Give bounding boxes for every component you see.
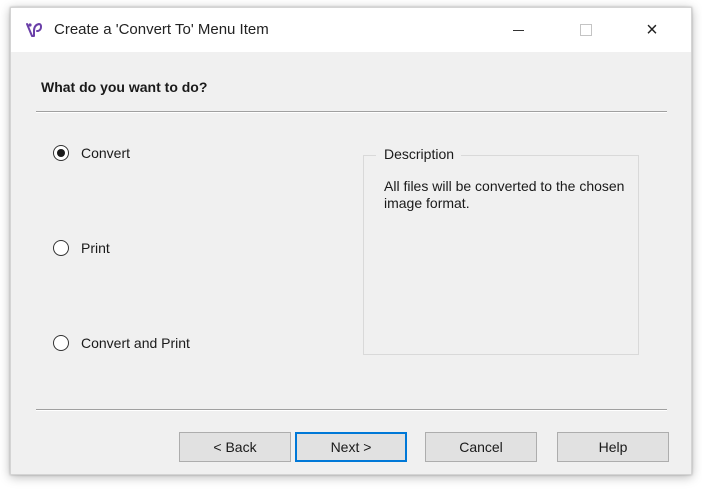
radio-label-convert[interactable]: Convert	[81, 145, 130, 161]
radio-convert[interactable]: Convert	[53, 144, 130, 162]
app-logo-icon	[26, 23, 42, 37]
radio-button-unselected[interactable]	[53, 240, 69, 256]
header-divider	[36, 111, 667, 113]
radio-button-unselected[interactable]	[53, 335, 69, 351]
title-bar[interactable]: Create a 'Convert To' Menu Item ×	[11, 8, 691, 52]
dialog-content: What do you want to do? Convert Print Co…	[11, 52, 691, 474]
window-title: Create a 'Convert To' Menu Item	[54, 21, 269, 38]
minimize-icon	[512, 29, 524, 31]
next-button[interactable]: Next >	[295, 432, 407, 462]
description-text: All files will be converted to the chose…	[384, 178, 625, 211]
radio-label-convert-and-print[interactable]: Convert and Print	[81, 335, 190, 351]
close-button[interactable]: ×	[629, 8, 675, 52]
maximize-button[interactable]	[563, 8, 609, 52]
cancel-button[interactable]: Cancel	[425, 432, 537, 462]
minimize-button[interactable]	[495, 8, 541, 52]
radio-dot-icon	[57, 149, 65, 157]
dialog-window: Create a 'Convert To' Menu Item × What d…	[10, 7, 692, 475]
radio-convert-and-print[interactable]: Convert and Print	[53, 334, 190, 352]
description-legend: Description	[376, 146, 462, 162]
back-button[interactable]: < Back	[179, 432, 291, 462]
maximize-icon	[580, 24, 592, 36]
close-icon: ×	[646, 19, 658, 41]
radio-label-print[interactable]: Print	[81, 240, 110, 256]
page-heading: What do you want to do?	[41, 79, 208, 95]
radio-print[interactable]: Print	[53, 239, 110, 257]
screen: Create a 'Convert To' Menu Item × What d…	[0, 0, 702, 495]
footer-divider	[36, 409, 667, 411]
radio-button-selected[interactable]	[53, 145, 69, 161]
help-button[interactable]: Help	[557, 432, 669, 462]
description-groupbox: Description All files will be converted …	[363, 146, 639, 355]
